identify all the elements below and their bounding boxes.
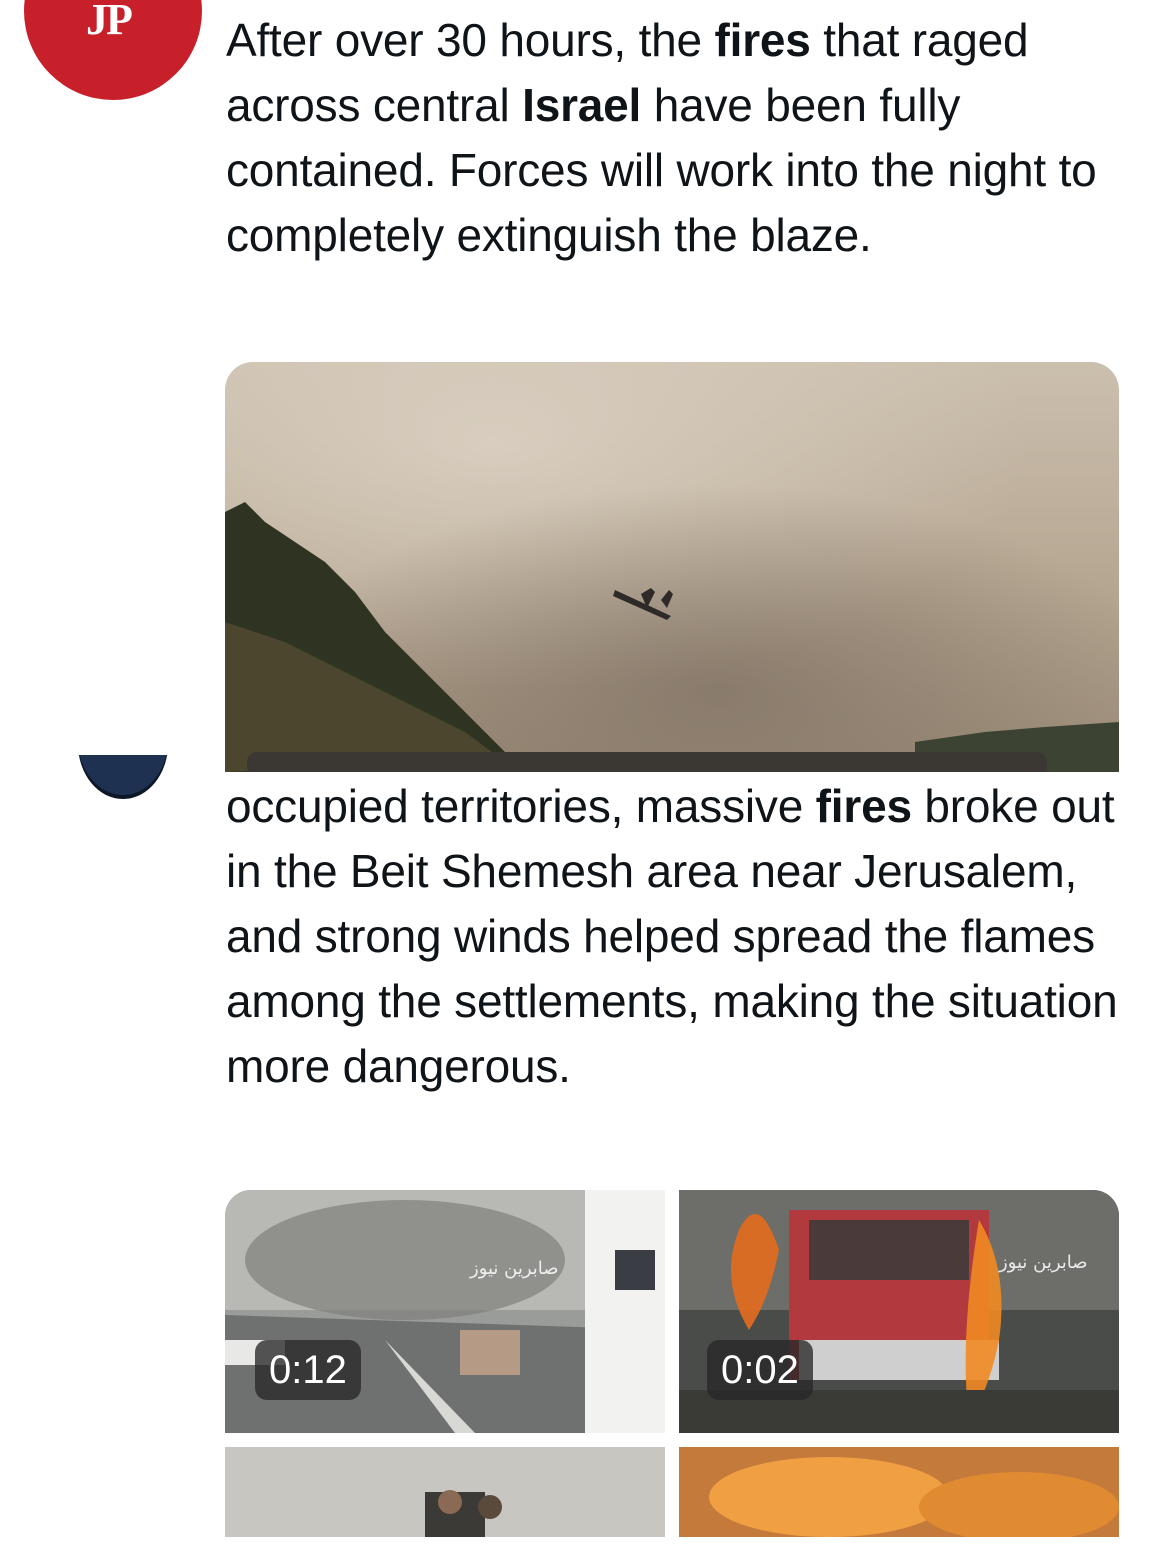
highlighted-keyword: Israel (522, 79, 642, 131)
tweet-text: occupied territories, massive fires brok… (226, 774, 1136, 1099)
highlighted-keyword: fires (815, 780, 912, 832)
highlighted-keyword: fires (714, 14, 811, 66)
video-thumbnail[interactable]: صابرين نيوز 0:02 (679, 1190, 1119, 1433)
avatar[interactable]: JP (24, 0, 202, 102)
avatar-image (78, 755, 168, 795)
video-duration: 0:02 (707, 1340, 813, 1400)
video-duration: 0:12 (255, 1340, 361, 1400)
video-thumbnail[interactable] (225, 1447, 665, 1537)
video-thumbnail[interactable]: صابرين نيوز 0:12 (225, 1190, 665, 1433)
text-segment: occupied territories, massive (226, 780, 816, 832)
watermark: صابرين نيوز (470, 1258, 559, 1279)
avatar[interactable] (78, 755, 168, 800)
media-grid: صابرين نيوز 0:12 صابرين نيوز 0:02 (225, 1190, 1119, 1537)
text-segment: After over 30 hours, the (226, 14, 715, 66)
tweet-image[interactable] (225, 362, 1119, 772)
video-thumbnail[interactable] (679, 1447, 1119, 1537)
tweet-text: After over 30 hours, the fires that rage… (226, 8, 1136, 268)
avatar-letters: JP (86, 0, 133, 44)
watermark: صابرين نيوز (999, 1252, 1088, 1273)
